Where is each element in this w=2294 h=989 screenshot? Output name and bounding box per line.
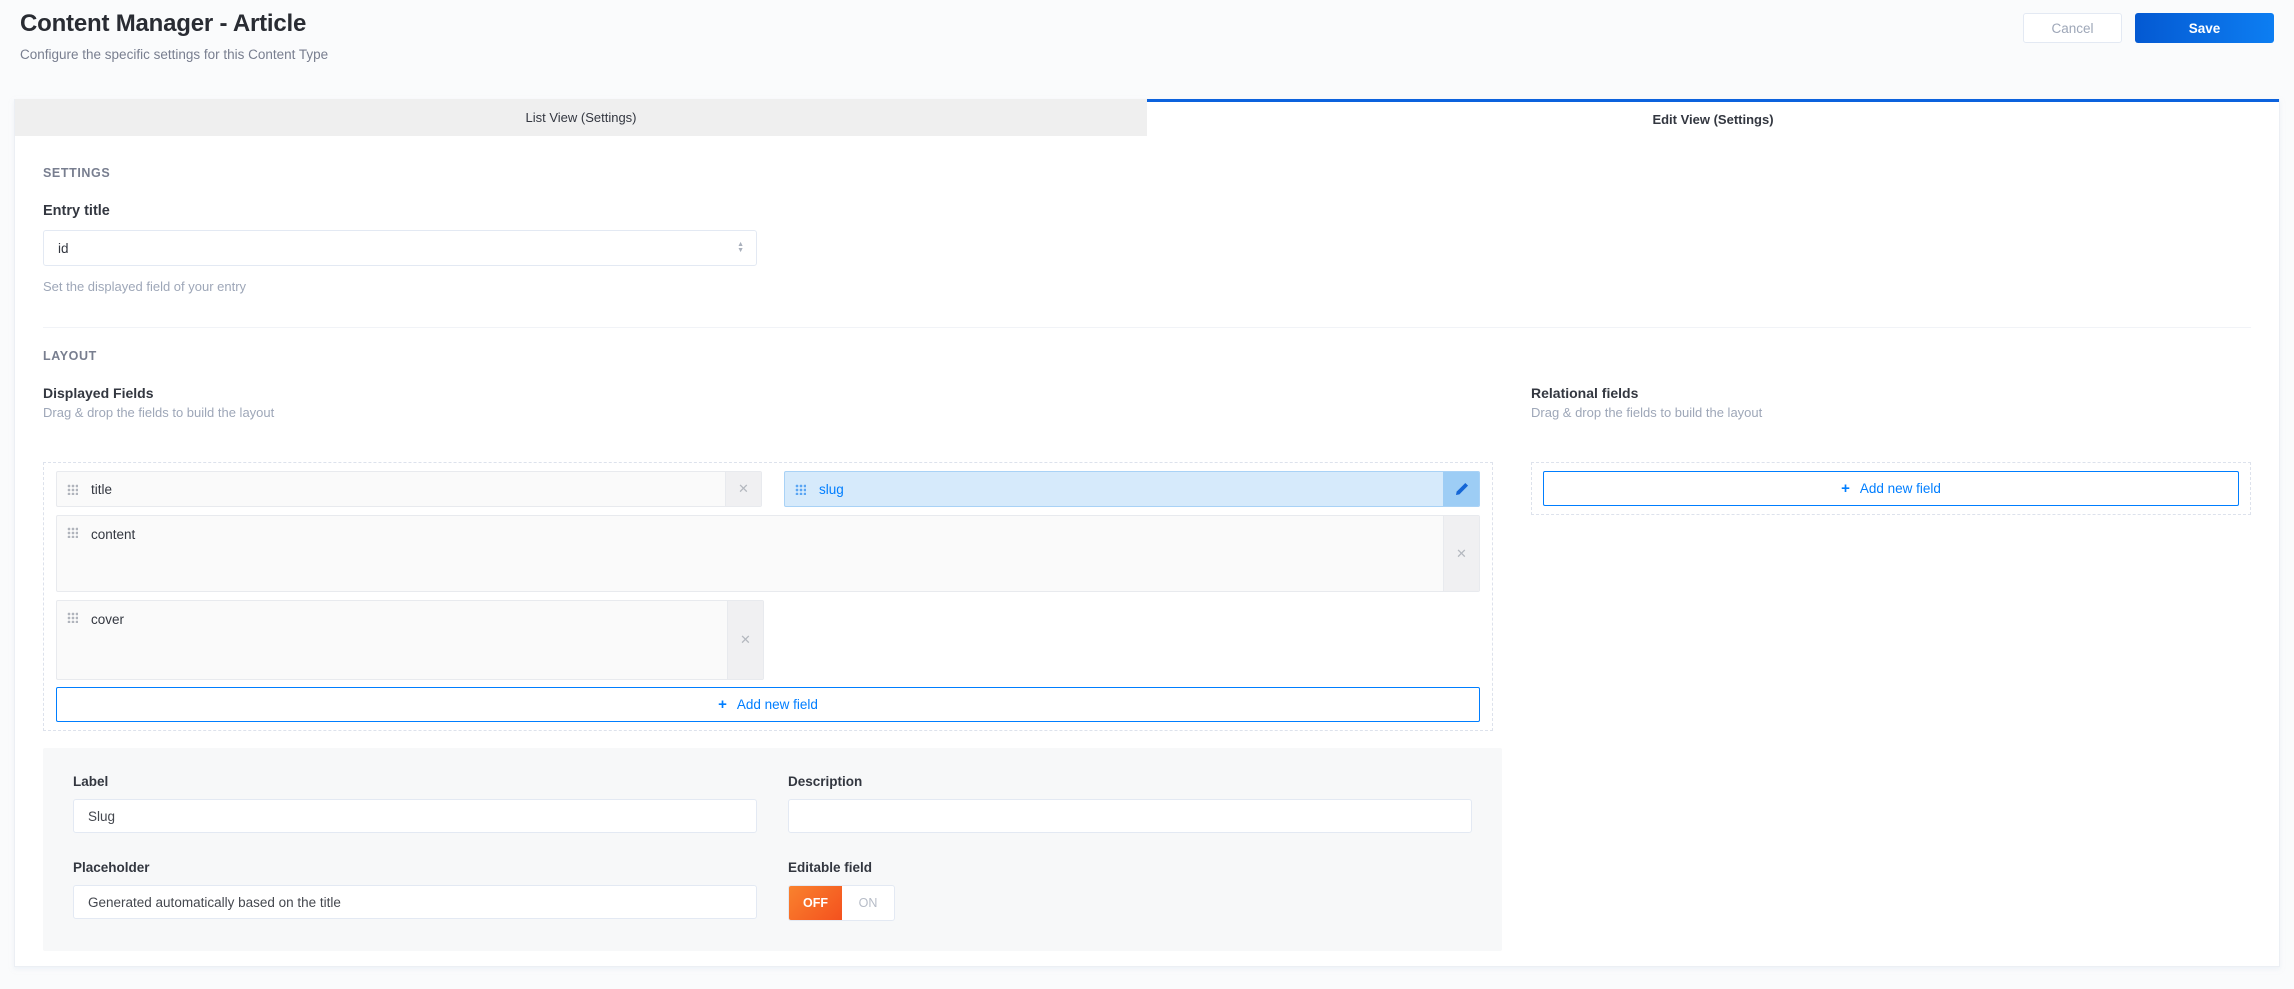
edit-view-content: SETTINGS Entry title id ▲ ▼ Set the disp… [15,166,2279,986]
entry-title-label: Entry title [43,203,110,219]
field-chip-cover[interactable]: cover ✕ [56,600,764,680]
relational-fields-subtitle: Drag & drop the fields to build the layo… [1531,405,1763,420]
entry-title-select[interactable]: id ▲ ▼ [43,230,757,266]
remove-field-button[interactable]: ✕ [1443,516,1479,591]
displayed-fields-dropzone: title ✕ slug content ✕ cover ✕ + Add new… [43,462,1493,731]
plus-icon: + [718,696,727,713]
field-chip-body: cover [57,601,727,679]
editable-field-label: Editable field [788,860,873,875]
main-panel: List View (Settings) Edit View (Settings… [14,99,2280,967]
relational-fields-title: Relational fields [1531,385,1639,401]
displayed-fields-title: Displayed Fields [43,385,154,401]
field-chip-content[interactable]: content ✕ [56,515,1480,592]
view-tabs: List View (Settings) Edit View (Settings… [15,99,2279,136]
label-field-label: Label [73,774,109,789]
entry-title-selected-value: id [58,240,69,256]
field-chip-title[interactable]: title ✕ [56,471,762,507]
drag-handle-icon[interactable] [67,612,78,623]
tab-list-view-settings[interactable]: List View (Settings) [15,99,1147,136]
add-new-relational-field-button[interactable]: + Add new field [1543,471,2239,506]
toggle-on-button[interactable]: ON [842,886,894,920]
field-chip-slug[interactable]: slug [784,471,1480,507]
relational-fields-dropzone: + Add new field [1531,462,2251,515]
layout-section-title: LAYOUT [43,349,97,363]
field-chip-label: cover [91,612,125,627]
field-chip-label: slug [819,481,844,497]
cancel-button[interactable]: Cancel [2023,13,2122,43]
pencil-icon [1455,482,1468,496]
field-chip-body: slug [785,482,1443,497]
layout-columns: Displayed Fields Drag & drop the fields … [43,385,2251,731]
remove-field-button[interactable]: ✕ [725,472,761,506]
edit-field-button[interactable] [1443,472,1479,506]
stepper-down-icon[interactable]: ▼ [737,247,744,254]
remove-field-button[interactable]: ✕ [727,601,763,679]
tab-edit-view-settings[interactable]: Edit View (Settings) [1147,99,2279,136]
toggle-off-button[interactable]: OFF [789,886,842,920]
entry-title-help: Set the displayed field of your entry [43,279,247,294]
displayed-fields-column: Displayed Fields Drag & drop the fields … [43,385,1493,731]
drag-handle-icon[interactable] [67,527,78,538]
settings-section-title: SETTINGS [43,166,111,180]
relational-fields-column: Relational fields Drag & drop the fields… [1531,385,2251,515]
placeholder-input[interactable] [73,885,757,919]
field-settings-grid: Label Description Placeholder Editable f… [73,774,1472,921]
displayed-fields-subtitle: Drag & drop the fields to build the layo… [43,405,275,420]
page-title: Content Manager - Article [20,10,307,37]
field-chip-body: title [57,482,725,497]
drag-handle-icon[interactable] [795,483,806,495]
description-field-group: Description [788,774,1472,833]
add-new-field-button[interactable]: + Add new field [56,687,1480,722]
description-input[interactable] [788,799,1472,833]
field-settings-panel: Label Description Placeholder Editable f… [43,748,1502,951]
header-actions: Cancel Save [2023,13,2274,43]
field-chip-label: title [91,481,113,497]
placeholder-field-group: Placeholder [73,860,757,921]
field-row: title ✕ slug [56,471,1480,507]
editable-field-group: Editable field OFF ON [788,860,1472,921]
section-divider [43,327,2251,328]
editable-toggle: OFF ON [788,885,895,921]
save-button[interactable]: Save [2135,13,2274,43]
field-chip-body: content [57,516,1443,591]
label-input[interactable] [73,799,757,833]
page-header: Content Manager - Article Configure the … [0,0,2294,99]
select-stepper-icon[interactable]: ▲ ▼ [737,241,744,254]
placeholder-field-label: Placeholder [73,860,150,875]
description-field-label: Description [788,774,863,789]
drag-handle-icon[interactable] [67,483,78,495]
label-field-group: Label [73,774,757,833]
add-new-field-label: Add new field [1859,481,1941,496]
add-new-field-label: Add new field [736,697,818,712]
page-subtitle: Configure the specific settings for this… [20,47,329,62]
plus-icon: + [1841,480,1850,497]
field-chip-label: content [91,527,136,542]
